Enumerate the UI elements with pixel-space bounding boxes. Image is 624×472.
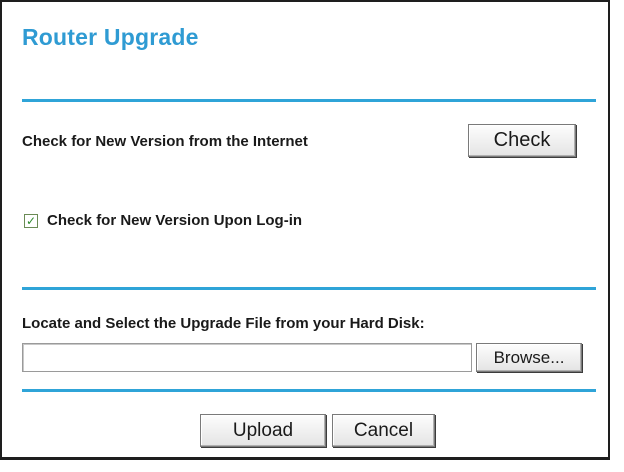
section-divider-middle (22, 287, 596, 290)
cancel-button[interactable]: Cancel (332, 414, 435, 447)
login-check-label: Check for New Version Upon Log-in (47, 212, 303, 229)
upgrade-file-path-field[interactable] (22, 343, 472, 372)
page-title: Router Upgrade (22, 24, 199, 50)
upgrade-file-label: Locate and Select the Upgrade File from … (22, 315, 425, 332)
router-upgrade-panel: Router Upgrade Check for New Version fro… (0, 0, 610, 460)
login-check-checkbox[interactable]: ✓ (24, 213, 38, 228)
section-divider-bottom (22, 389, 596, 392)
check-online-label: Check for New Version from the Internet (22, 133, 308, 150)
browse-button[interactable]: Browse... (476, 343, 582, 372)
check-button[interactable]: Check (468, 124, 576, 157)
upload-button[interactable]: Upload (200, 414, 326, 447)
section-divider-top (22, 99, 596, 102)
login-check-option[interactable]: ✓ Check for New Version Upon Log-in (24, 212, 302, 229)
